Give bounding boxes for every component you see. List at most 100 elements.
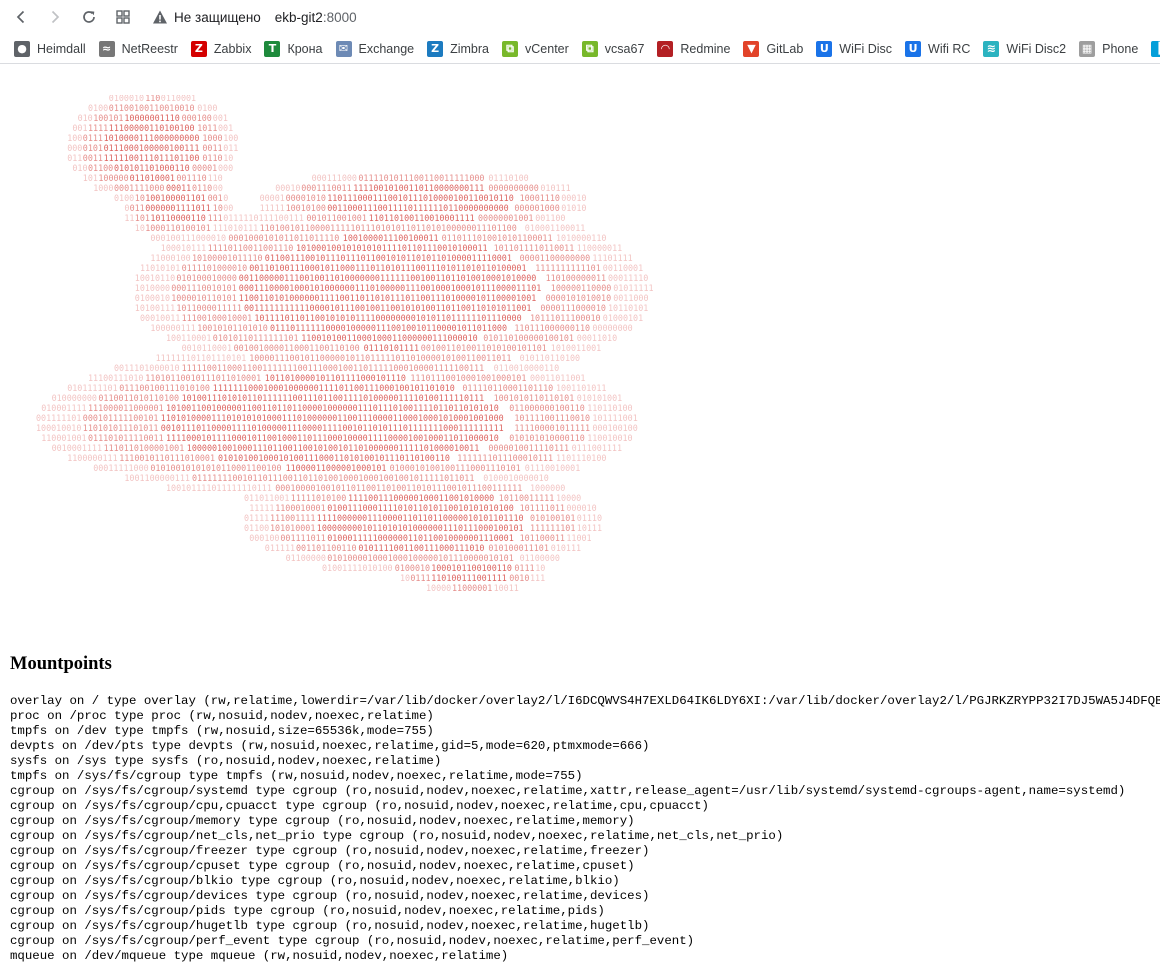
binary-art-row: 11010101 [140, 263, 180, 273]
binary-art-row: 10010101101010 [197, 323, 268, 333]
mount-line: overlay on / type overlay (rw,relatime,l… [10, 694, 1160, 708]
binary-art-row: 0100010 [135, 293, 170, 303]
binary-art-row: 001011001001 [306, 213, 367, 223]
bookmark-wifi-disc2[interactable]: ≋ WiFi Disc2 [983, 36, 1066, 62]
binary-art-row: 1000101100100110 [431, 563, 512, 573]
bookmark-vcsa67[interactable]: ⧉ vcsa67 [581, 36, 645, 62]
bookmark-wifi-disc[interactable]: U WiFi Disc [816, 36, 892, 62]
binary-art-row: 0101111101 [67, 383, 117, 393]
binary-art-row: 11110010100110110000000111 [353, 183, 484, 193]
binary-art-row: 0100 [88, 103, 108, 113]
binary-art-row: 01111 [244, 513, 269, 523]
bookmark-gitlab[interactable]: ▼ GitLab [743, 36, 803, 62]
bookmark-exchange[interactable]: ✉ Exchange [335, 36, 414, 62]
bookmark-label: vcsa67 [604, 41, 645, 56]
reload-button[interactable] [72, 0, 106, 34]
binary-art-row: 01110101111 [364, 343, 419, 353]
binary-art-row: 000 [218, 163, 233, 173]
binary-art-row: 0011000001110010011010000000111111001001… [239, 273, 537, 283]
binary-art-row: 101 [135, 213, 150, 223]
bookmark-netreestr[interactable]: ≈ NetReestr [98, 36, 178, 62]
binary-art-row: 00010 [561, 193, 586, 203]
binary-art-row: 001110 [176, 173, 206, 183]
binary-art-row: 1000001001000111011001100101001011010000… [187, 443, 479, 453]
binary-art-row: 001100 [535, 213, 565, 223]
binary-art-row: 1011 [197, 123, 217, 133]
bookmark-zabbix[interactable]: Z Zabbix [190, 36, 252, 62]
binary-art-row: 00011 [166, 183, 191, 193]
bookmark-redmine[interactable]: ◠ Redmine [657, 36, 730, 62]
binary-art-row: 0011010011100010110001110110101110011101… [249, 263, 526, 273]
binary-art-row: 1101001011000011111011101010110110101000… [260, 223, 517, 233]
bookmark-label: Wifi RC [928, 41, 971, 56]
binary-art-row: 01011111 [613, 283, 653, 293]
binary-art-row: 10100001011110 [192, 253, 263, 263]
bookmark-vcenter[interactable]: ⧉ vCenter [502, 36, 569, 62]
bookmark-heimdall[interactable]: ● Heimdall [14, 36, 86, 62]
binary-art-row: 0001000101011011011110 [228, 233, 339, 243]
bookmark-label: Zabbix [213, 41, 252, 56]
binary-art-row: 0001111000 [114, 183, 164, 193]
binary-art-row: 1111100111011101100 [104, 153, 200, 163]
binary-art-row: 0111 [83, 133, 103, 143]
address-bar[interactable]: Не защищено ekb-git2:8000 [152, 0, 357, 34]
binary-art-row: 00 [223, 203, 233, 213]
binary-art-row: 11001010011000100011000000111000010 [301, 333, 477, 343]
binary-art-row: 001 [208, 193, 223, 203]
bookmark-label: GitLab [766, 41, 804, 56]
mount-line: cgroup on /sys/fs/cgroup/devices type cg… [10, 889, 650, 903]
forward-button[interactable] [38, 0, 72, 34]
bookmark-cuc[interactable]: ┃CUC [1151, 36, 1160, 62]
binary-art-row: 000 [67, 143, 82, 153]
binary-art-row: 0110 [202, 153, 222, 163]
binary-art-row: 00010011 [140, 313, 180, 323]
security-label: Не защищено [174, 9, 261, 25]
binary-art-row: 11100111010 [88, 373, 143, 383]
binary-art-row: 000111000 [312, 173, 357, 183]
bookmark-phone[interactable]: ▦ Phone [1079, 36, 1138, 62]
binary-art-row: 00001100000000 [520, 253, 591, 263]
url-port: :8000 [322, 9, 357, 25]
url-host: ekb-git2 [274, 9, 323, 25]
binary-art-row: 10 [213, 203, 223, 213]
binary-art-row: 11000011000001000101 [286, 463, 387, 473]
binary-art-row: 10010100 [286, 203, 326, 213]
binary-art-row: 011111 [265, 543, 295, 553]
binary-art-row: 10 [535, 563, 545, 573]
binary-art-row: 010000000 [52, 393, 97, 403]
binary-art-row: 0101000010001000100000101110000010101 [327, 553, 514, 563]
binary-art-row: 010111 [551, 543, 581, 553]
mount-line: cgroup on /sys/fs/cgroup/memory type cgr… [10, 814, 635, 828]
bookmark-label: Phone [1102, 41, 1139, 56]
binary-art-row: 010 [78, 113, 93, 123]
bookmark-label: Redmine [680, 41, 731, 56]
binary-art-row: 11 [124, 213, 134, 223]
binary-art-row: 0100 [197, 103, 217, 113]
bookmark-zimbra[interactable]: Z Zimbra [427, 36, 489, 62]
apps-button[interactable] [106, 0, 140, 34]
binary-art-row: 0010011010011010100101101 [421, 343, 547, 353]
binary-art-row: 011 [130, 203, 145, 213]
gitlab-icon: ▼ [743, 40, 760, 57]
binary-art-row: 1101010000111010101010001110100000011001… [161, 413, 504, 423]
binary-art-row: 0111011111100001000001110010010110000101… [270, 323, 507, 333]
binary-art-row: 0111001111 [572, 443, 622, 453]
binary-art-row: 1011000011111 [176, 303, 242, 313]
binary-art-row: 10010110 [135, 273, 175, 283]
bookmark-label: WiFi Disc2 [1006, 41, 1067, 56]
binary-art-row: 0011000 [613, 293, 648, 303]
binary-art-row: 0100011111000000110110010000001110001 [327, 533, 514, 543]
bookmark-крона[interactable]: T Крона [264, 36, 323, 62]
binary-art-row: 011010001 [130, 173, 175, 183]
binary-art-row: 0110011100101110111011001010110101101000… [265, 253, 512, 263]
binary-art-row: 1111000101111000101100100011011100010000… [166, 433, 499, 443]
binary-art-row: 1101110100 [556, 453, 606, 463]
binary-art-row: 10001110 [520, 193, 560, 203]
binary-art-row: 0000010011110111 [488, 443, 569, 453]
back-button[interactable] [4, 0, 38, 34]
binary-art-row: 010001111 [41, 403, 86, 413]
bookmark-wifi-rc[interactable]: U Wifi RC [905, 36, 970, 62]
binary-art-row: 11001 [566, 533, 591, 543]
binary-art-row: 100000 [98, 173, 128, 183]
mount-line: cgroup on /sys/fs/cgroup/cpuset type cgr… [10, 859, 635, 873]
